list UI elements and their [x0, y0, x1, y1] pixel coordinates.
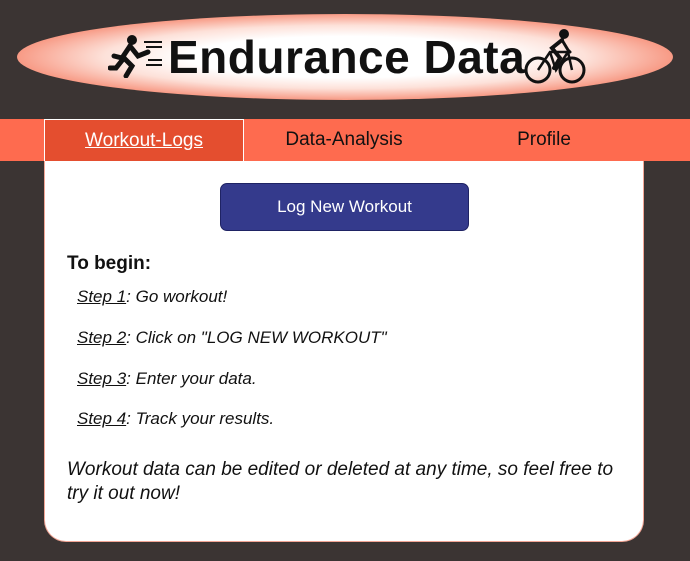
- step-1-link[interactable]: Step 1: [77, 287, 126, 306]
- log-new-workout-button[interactable]: Log New Workout: [220, 183, 469, 231]
- step-item: Step 4: Track your results.: [77, 409, 274, 429]
- runner-icon: [108, 35, 162, 78]
- site-title: Endurance Data: [168, 31, 526, 83]
- tab-bar: Workout-Logs Data-Analysis Profile: [0, 119, 690, 161]
- content-panel: Log New Workout To begin: Step 1: Go wor…: [44, 161, 644, 542]
- step-2-text: : Click on "LOG NEW WORKOUT": [126, 328, 387, 347]
- step-item: Step 3: Enter your data.: [77, 369, 257, 389]
- instructions-heading: To begin:: [67, 253, 152, 274]
- step-item: Step 2: Click on "LOG NEW WORKOUT": [77, 328, 387, 348]
- step-4-text: : Track your results.: [126, 409, 275, 428]
- step-item: Step 1: Go workout!: [77, 287, 227, 307]
- step-3-link[interactable]: Step 3: [77, 369, 126, 388]
- edit-note: Workout data can be edited or deleted at…: [67, 459, 614, 504]
- step-4-link[interactable]: Step 4: [77, 409, 126, 428]
- tab-workout-logs[interactable]: Workout-Logs: [44, 119, 244, 161]
- tab-profile[interactable]: Profile: [444, 119, 644, 161]
- cyclist-icon: [524, 29, 586, 84]
- site-header: Endurance Data: [0, 0, 690, 118]
- step-2-link[interactable]: Step 2: [77, 328, 126, 347]
- step-3-text: : Enter your data.: [126, 369, 257, 388]
- step-1-text: : Go workout!: [126, 287, 228, 306]
- tab-data-analysis[interactable]: Data-Analysis: [244, 119, 444, 161]
